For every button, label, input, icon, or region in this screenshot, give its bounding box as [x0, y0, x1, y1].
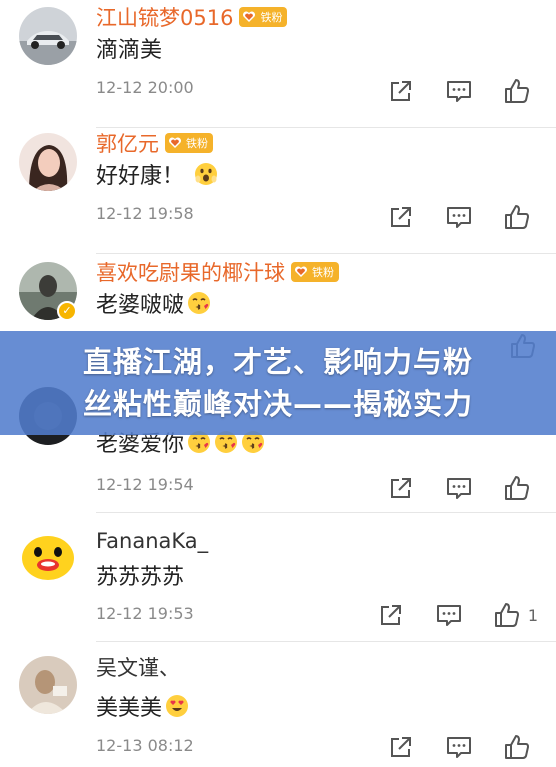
share-icon — [380, 605, 401, 625]
share-icon — [391, 737, 411, 757]
like-button[interactable] — [502, 473, 538, 503]
yellow-cartoon-avatar-icon — [19, 528, 77, 586]
comment-icon — [447, 478, 471, 499]
verified-badge-icon: ✓ — [57, 301, 77, 321]
like-icon — [505, 476, 529, 500]
comment-button[interactable] — [444, 473, 474, 503]
action-bar — [386, 76, 538, 106]
woman-avatar-icon — [19, 133, 77, 191]
action-bar: 1 — [376, 600, 538, 630]
like-icon — [505, 205, 529, 229]
share-button[interactable] — [386, 202, 416, 232]
username[interactable]: FananaKa_ — [96, 529, 208, 553]
title-overlay-banner: 直播江湖，才艺、影响力与粉 丝粘性巅峰对决——揭秘实力 — [0, 331, 556, 435]
comment-text-content: 美美美 — [96, 696, 163, 721]
comment-text: 老婆啵啵 — [96, 287, 211, 319]
comment-icon — [447, 207, 471, 228]
fan-badge: 铁粉 — [165, 133, 213, 153]
heart-icon — [165, 133, 185, 153]
share-button[interactable] — [376, 600, 406, 630]
avatar[interactable] — [19, 656, 77, 714]
overlay-title-line-2: 丝粘性巅峰对决——揭秘实力 — [82, 387, 473, 421]
divider — [96, 253, 556, 254]
username[interactable]: 喜欢吃尉果的椰汁球 — [96, 257, 285, 287]
action-bar — [386, 202, 538, 232]
share-icon — [391, 207, 411, 227]
kiss-face-icon — [188, 292, 211, 314]
like-icon — [505, 735, 529, 759]
share-button[interactable] — [386, 732, 416, 762]
timestamp: 12-12 20:00 — [96, 78, 194, 97]
fan-badge-label: 铁粉 — [260, 11, 283, 24]
like-count: 1 — [527, 605, 538, 625]
comment-text: 苏苏苏苏 — [96, 559, 184, 591]
comment-text-content: 滴滴美 — [96, 38, 163, 63]
comment-icon — [447, 737, 471, 758]
comment-button[interactable] — [434, 600, 464, 630]
comment-text: 滴滴美 — [96, 32, 162, 64]
timestamp: 12-12 19:54 — [96, 475, 194, 494]
share-button[interactable] — [386, 76, 416, 106]
username[interactable]: 郭亿元 — [96, 128, 159, 158]
share-icon — [391, 81, 411, 101]
username[interactable]: 吴文谨、 — [96, 652, 180, 682]
timestamp: 12-13 08:12 — [96, 736, 194, 755]
surprised-face-icon — [195, 163, 218, 185]
name-row: 郭亿元 铁粉 — [96, 128, 213, 158]
action-bar — [386, 732, 538, 762]
fan-badge: 铁粉 — [291, 262, 339, 282]
comment-text: 美美美 — [96, 690, 189, 722]
like-icon — [494, 603, 519, 627]
like-button[interactable]: 1 — [492, 600, 538, 630]
name-row: 喜欢吃尉果的椰汁球 铁粉 — [96, 257, 339, 287]
comment-button[interactable] — [444, 732, 474, 762]
comment-text-content: 苏苏苏苏 — [96, 565, 185, 590]
fan-badge: 铁粉 — [239, 7, 288, 27]
comment-text: 好好康！ — [96, 158, 218, 190]
divider — [96, 512, 556, 513]
comment-item: 郭亿元 铁粉 好好康！ 12-12 19:58 — [0, 126, 556, 254]
avatar[interactable] — [19, 528, 77, 586]
share-button[interactable] — [386, 473, 416, 503]
fan-badge-label: 铁粉 — [186, 137, 208, 150]
comment-item: 江山锍梦0516 铁粉 滴滴美 12-12 20:00 — [0, 0, 556, 128]
comment-button[interactable] — [444, 202, 474, 232]
comment-text-content: 老婆啵啵 — [96, 293, 185, 318]
car-avatar-icon — [19, 7, 77, 65]
timestamp: 12-12 19:58 — [96, 204, 194, 223]
name-row: 吴文谨、 — [96, 652, 180, 682]
overlay-title-line-1: 直播江湖，才艺、影响力与粉 — [82, 345, 473, 379]
timestamp: 12-12 19:53 — [96, 604, 194, 623]
heart-eyes-face-icon — [166, 695, 189, 717]
avatar[interactable] — [19, 7, 77, 65]
comment-text-content: 好好康！ — [96, 164, 185, 189]
name-row: 江山锍梦0516 铁粉 — [96, 2, 288, 32]
comment-icon — [436, 605, 461, 626]
like-button[interactable] — [502, 202, 538, 232]
like-button[interactable] — [502, 76, 538, 106]
comment-item: FananaKa_ 苏苏苏苏 12-12 19:53 1 — [0, 514, 556, 642]
comment-button[interactable] — [444, 76, 474, 106]
comment-icon — [447, 81, 471, 102]
avatar[interactable] — [19, 133, 77, 191]
like-icon — [505, 79, 529, 103]
action-bar — [386, 473, 538, 503]
heart-icon — [239, 7, 259, 27]
share-icon — [391, 478, 411, 498]
username[interactable]: 江山锍梦0516 — [96, 2, 233, 32]
comment-item: 吴文谨、 美美美 12-13 08:12 — [0, 642, 556, 767]
like-button[interactable] — [502, 732, 538, 762]
person-avatar-icon — [19, 656, 77, 714]
heart-icon — [291, 262, 311, 282]
fan-badge-label: 铁粉 — [312, 266, 334, 279]
name-row: FananaKa_ — [96, 526, 208, 556]
